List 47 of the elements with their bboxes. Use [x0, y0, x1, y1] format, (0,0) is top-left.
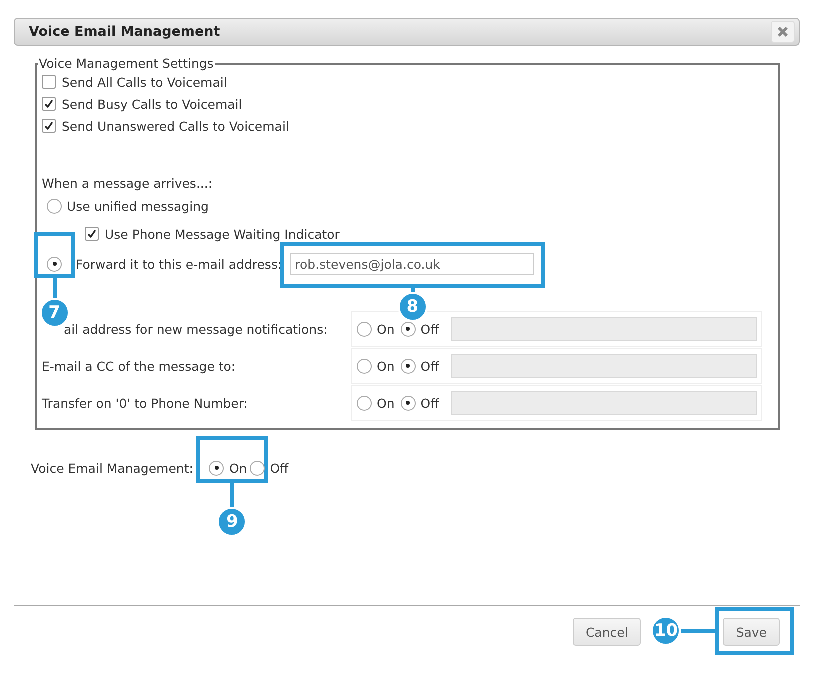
- checkbox[interactable]: [42, 97, 56, 111]
- radio-button[interactable]: [209, 460, 224, 476]
- radio-label: Off: [420, 358, 440, 374]
- row-label: Transfer on '0' to Phone Number:: [42, 395, 249, 413]
- radio-button[interactable]: [47, 256, 62, 272]
- radio-label: Forward it to this e-mail address:: [76, 256, 282, 272]
- checkbox-label: Send Unanswered Calls to Voicemail: [62, 118, 290, 134]
- checkbox[interactable]: [42, 119, 56, 133]
- text-field[interactable]: [451, 354, 757, 378]
- window-title: Voice Email Management: [29, 24, 220, 40]
- radio-button[interactable]: [357, 358, 372, 374]
- checkbox[interactable]: [42, 75, 56, 89]
- radio-label: On: [377, 396, 395, 410]
- close-button[interactable]: [771, 21, 795, 43]
- callout-badge: 8: [398, 292, 428, 322]
- email-field[interactable]: rob.stevens@jola.co.uk: [290, 253, 534, 275]
- radio-label: Use unified messaging: [67, 198, 209, 214]
- radio-label: Off: [270, 460, 289, 476]
- radio-label: On: [377, 322, 395, 336]
- radio-button[interactable]: [400, 358, 416, 374]
- checkbox-label: Send All Calls to Voicemail: [62, 74, 228, 90]
- callout-badge: 10: [651, 616, 682, 646]
- radio-label: On: [229, 460, 248, 476]
- radio-button[interactable]: [400, 396, 416, 410]
- callout-frame: [34, 232, 75, 278]
- setting-label: Voice Email Management:: [31, 460, 194, 476]
- text-field[interactable]: [451, 317, 757, 341]
- row-label: E-mail a CC of the message to:: [42, 358, 237, 376]
- radio-label: Off: [420, 396, 440, 410]
- radio-button[interactable]: [357, 322, 372, 336]
- radio-button[interactable]: [47, 198, 62, 214]
- radio-label: On: [377, 358, 395, 374]
- radio-label: Off: [420, 322, 440, 336]
- checkbox-label: Send Busy Calls to Voicemail: [62, 96, 242, 112]
- callout-badge: 9: [217, 507, 248, 537]
- radio-button[interactable]: [250, 460, 266, 476]
- radio-button[interactable]: [400, 322, 416, 336]
- close-icon: [777, 26, 789, 38]
- cancel-button[interactable]: Cancel: [572, 618, 642, 646]
- checkbox-label: Use Phone Message Waiting Indicator: [105, 226, 340, 242]
- callout-badge: 7: [40, 298, 70, 328]
- text-field[interactable]: [451, 391, 757, 415]
- save-button[interactable]: Save: [723, 618, 780, 646]
- section-label: When a message arrives...:: [42, 176, 213, 190]
- group-legend: Voice Management Settings: [38, 56, 215, 71]
- checkbox[interactable]: [85, 227, 99, 241]
- radio-button[interactable]: [357, 396, 372, 410]
